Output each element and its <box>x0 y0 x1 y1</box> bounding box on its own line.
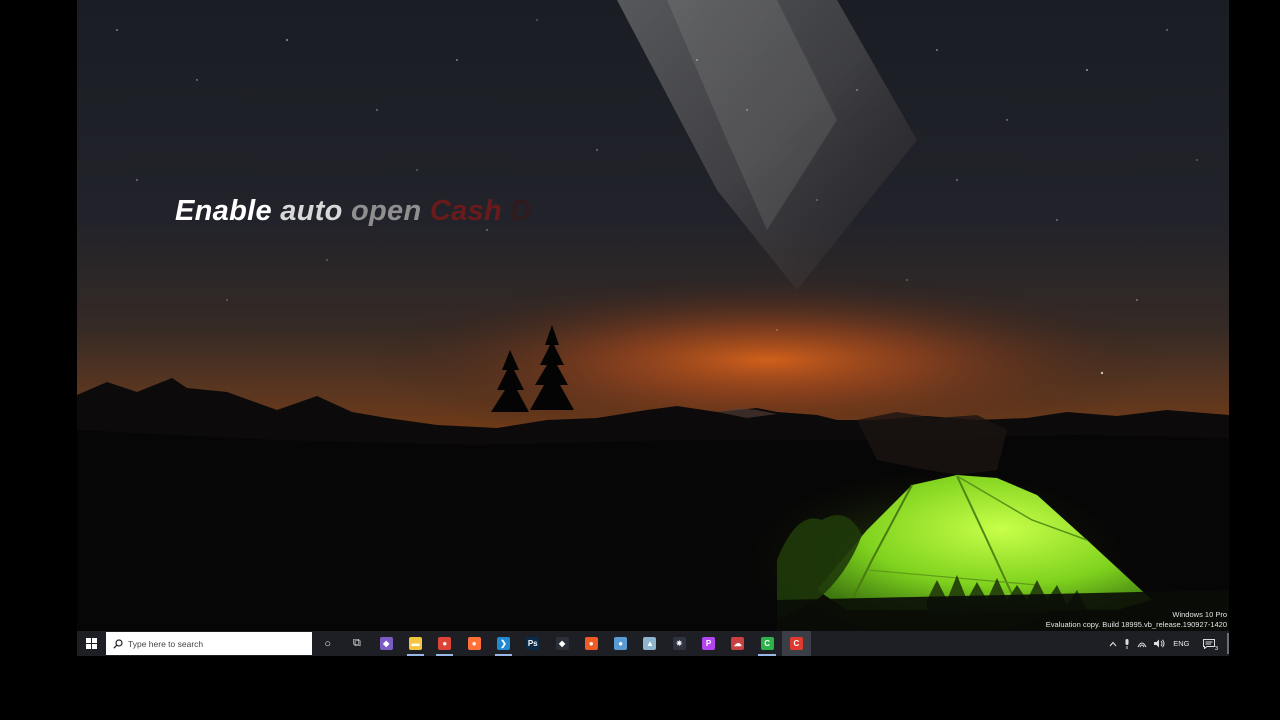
file-explorer-icon: ▬ <box>409 637 423 650</box>
desktop-screen: Enable auto open Cash D Windows 10 Pro E… <box>77 0 1229 656</box>
vscode-icon: ❯ <box>496 637 510 650</box>
chevron-up-icon[interactable] <box>1109 641 1117 647</box>
show-desktop-button[interactable] <box>1227 633 1229 654</box>
network-icon[interactable] <box>1137 639 1147 648</box>
taskbar-apps: ○ ⧉ ◆ ▬ ● ● ❯ Ps ◆ ● ● ▲ ✷ P ☁ C C <box>313 631 812 656</box>
overlay-word-1: Enable <box>175 195 272 227</box>
system-tray: ENG 3 <box>1105 631 1229 656</box>
taskbar: ○ ⧉ ◆ ▬ ● ● ❯ Ps ◆ ● ● ▲ ✷ P ☁ C C ENG 3 <box>77 631 1229 656</box>
desktop-wallpaper <box>77 0 1229 631</box>
task-view-icon: ⧉ <box>353 637 361 649</box>
electron-icon: ✷ <box>672 637 686 650</box>
windows-edition: Windows 10 Pro <box>1172 610 1227 619</box>
firefox-icon: ● <box>467 637 481 650</box>
notification-count-badge: 3 <box>1213 645 1219 652</box>
overlay-word-5: D <box>510 195 532 227</box>
postman-icon: ● <box>584 637 598 650</box>
phpstorm-icon: P <box>702 637 715 650</box>
teams-icon: ● <box>614 637 628 650</box>
overlay-word-2: auto <box>280 195 343 227</box>
cortana-icon: ○ <box>324 637 331 650</box>
desktop-area: Enable auto open Cash D Windows 10 Pro E… <box>77 0 1229 631</box>
windows-build: Evaluation copy. Build 18995.vb_release.… <box>1045 620 1227 629</box>
git-icon: ◆ <box>555 637 569 650</box>
overlay-caption: Enable auto open Cash D <box>175 195 532 228</box>
taskbar-search-box[interactable] <box>106 632 312 655</box>
windows-watermark: Windows 10 Pro Evaluation copy. Build 18… <box>1046 610 1227 630</box>
microphone-icon[interactable] <box>1124 638 1130 649</box>
start-button[interactable] <box>77 631 105 656</box>
taskbar-app-phpstorm[interactable]: P <box>694 631 723 656</box>
taskbar-app-file-explorer[interactable]: ▬ <box>401 631 430 656</box>
taskbar-app-firefox[interactable]: ● <box>459 631 488 656</box>
photoshop-icon: Ps <box>526 637 540 650</box>
taskbar-app-photoshop[interactable]: Ps <box>518 631 547 656</box>
camtasia-green-icon: C <box>760 637 774 650</box>
taskbar-app-electron[interactable]: ✷ <box>665 631 694 656</box>
windows-logo-icon <box>85 638 97 649</box>
taskbar-app-chrome[interactable]: ● <box>430 631 459 656</box>
overlay-word-3: open <box>351 195 422 227</box>
camtasia-red-icon: C <box>789 637 803 650</box>
taskbar-app-visual-studio[interactable]: ◆ <box>372 631 401 656</box>
language-indicator[interactable]: ENG <box>1173 639 1189 648</box>
taskbar-app-camtasia-green[interactable]: C <box>752 631 781 656</box>
visual-studio-icon: ◆ <box>379 637 393 650</box>
overlay-word-4: Cash <box>429 195 502 227</box>
volume-icon[interactable] <box>1153 639 1165 648</box>
taskbar-app-cortana[interactable]: ○ <box>313 631 342 656</box>
search-icon <box>113 638 123 649</box>
chrome-icon: ● <box>438 637 452 650</box>
taskbar-app-teams[interactable]: ● <box>606 631 635 656</box>
taskbar-app-vscode[interactable]: ❯ <box>489 631 518 656</box>
taskbar-app-git[interactable]: ◆ <box>547 631 576 656</box>
docker-icon: ▲ <box>643 637 657 650</box>
taskbar-app-docker[interactable]: ▲ <box>635 631 664 656</box>
taskbar-app-camtasia-red[interactable]: C <box>781 631 812 656</box>
notification-center-icon[interactable]: 3 <box>1203 638 1219 652</box>
search-input[interactable] <box>128 638 298 649</box>
cloud-app-icon: ☁ <box>731 637 745 650</box>
taskbar-app-postman[interactable]: ● <box>577 631 606 656</box>
taskbar-app-task-view[interactable]: ⧉ <box>342 631 371 656</box>
taskbar-app-cloud-app[interactable]: ☁ <box>723 631 752 656</box>
